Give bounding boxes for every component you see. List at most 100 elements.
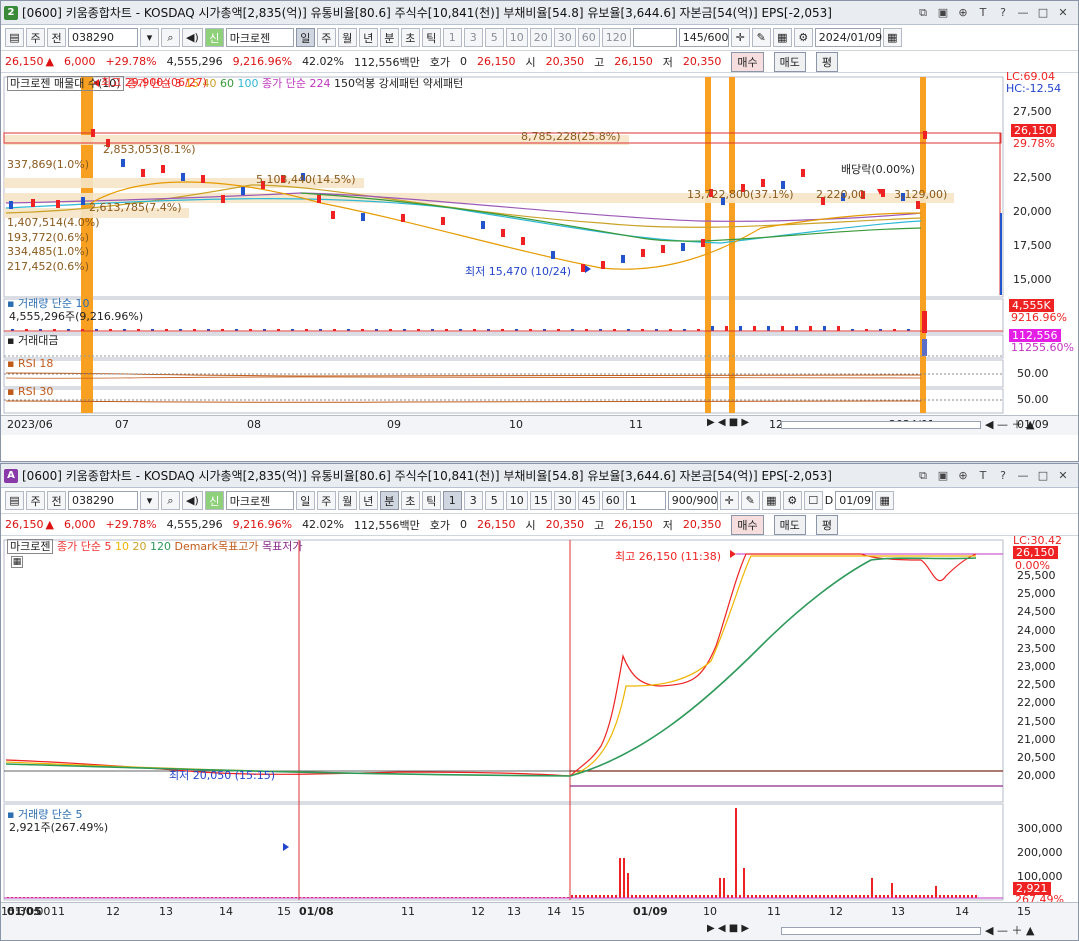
pin-icon[interactable]: ⊕ [956,6,970,20]
help-icon[interactable]: ? [996,469,1010,483]
d-checkbox[interactable]: ☐ [803,491,823,510]
period-second[interactable]: 초 [400,28,420,47]
scrollbar[interactable] [781,421,981,429]
period-year[interactable]: 년 [358,28,378,47]
code-input[interactable]: 038290 [68,28,138,47]
close-icon[interactable]: ✕ [1056,469,1070,483]
dropdown-icon[interactable]: ▾ [140,28,159,47]
draw-icon[interactable]: ✎ [740,491,760,510]
code-input[interactable]: 038290 [68,491,138,510]
period-minute[interactable]: 분 [379,491,399,510]
minimize-icon[interactable]: — [1016,469,1030,483]
search-icon[interactable]: ⌕ [161,28,180,47]
interval-1[interactable]: 1 [442,491,462,510]
period-second[interactable]: 초 [400,491,420,510]
period-week[interactable]: 주 [316,491,336,510]
period-month[interactable]: 월 [337,28,357,47]
save-icon[interactable]: ▣ [936,6,950,20]
crosshair-icon[interactable]: ✛ [719,491,739,510]
calendar-icon[interactable]: ▦ [882,28,902,47]
pin-icon[interactable]: ⊕ [956,469,970,483]
date-input[interactable]: 2024/01/09 [814,28,882,47]
x-axis: 2023/06 07 08 09 10 11 12 2024/01 01/09 … [1,415,1078,435]
scroll-controls[interactable]: ▶ ◀ ■ ▶ [707,417,749,428]
close-icon[interactable]: ✕ [1056,6,1070,20]
volume: 4,555,296 [166,55,223,68]
gear-icon[interactable]: ⚙ [782,491,802,510]
x-tick: 07 [115,418,129,431]
count-input[interactable]: 900/900 [667,491,718,510]
interval-5[interactable]: 5 [484,28,504,47]
gear-icon[interactable]: ⚙ [793,28,813,47]
search-icon[interactable]: ⌕ [161,491,180,510]
interval-15[interactable]: 15 [529,491,552,510]
font-icon[interactable]: T [976,469,990,483]
sound-icon[interactable]: ◀) [182,28,203,47]
eval-button[interactable]: 평 [815,51,838,72]
period-minute[interactable]: 분 [379,28,399,47]
interval-5[interactable]: 5 [484,491,504,510]
sell-button[interactable]: 매도 [773,514,806,535]
grid-icon[interactable]: ▦ [772,28,792,47]
interval-45[interactable]: 45 [577,491,600,510]
link-icon[interactable]: ⧉ [916,469,930,483]
interval-3[interactable]: 3 [463,491,483,510]
period-year[interactable]: 년 [358,491,378,510]
interval-20[interactable]: 20 [529,28,552,47]
save-icon[interactable]: ▣ [936,469,950,483]
zoom-controls[interactable]: ◀ — ＋ ▲ [985,416,1034,432]
date-input[interactable]: 01/09 [835,491,874,510]
eval-button[interactable]: 평 [815,514,838,535]
period-day[interactable]: 일 [295,28,315,47]
font-icon[interactable]: T [976,6,990,20]
period-tick[interactable]: 틱 [421,28,441,47]
period-day[interactable]: 일 [295,491,315,510]
period-week[interactable]: 주 [316,28,336,47]
table-icon[interactable]: ▦ [11,556,23,568]
custom-interval-input[interactable]: 1 [625,491,666,510]
minute-chart-area[interactable]: 마크로젠 종가 단순 5 10 20 120 Demark목표고가 목표저가 ▦… [1,534,1078,940]
menu-icon[interactable]: ▤ [5,491,24,510]
period-tick[interactable]: 틱 [421,491,441,510]
interval-120[interactable]: 120 [601,28,631,47]
daily-chart-area[interactable]: 마크로젠 매물대 수(10) 종가 단순 3 15 40 60 100 종가 단… [1,70,1078,461]
interval-60[interactable]: 60 [577,28,600,47]
buy-button[interactable]: 매수 [731,51,764,72]
legend-ma10: 10 [114,540,129,553]
draw-icon[interactable]: ✎ [751,28,771,47]
interval-30[interactable]: 30 [553,491,576,510]
count-input[interactable]: 145/600 [678,28,729,47]
interval-30[interactable]: 30 [553,28,576,47]
candle [441,217,445,225]
crosshair-icon[interactable]: ✛ [730,28,750,47]
sound-icon[interactable]: ◀) [182,491,203,510]
maximize-icon[interactable]: □ [1036,6,1050,20]
x-tick: 10 [509,418,523,431]
menu-icon[interactable]: ▤ [5,28,24,47]
sub-select[interactable]: 전 [47,491,66,510]
interval-10[interactable]: 10 [505,491,528,510]
help-icon[interactable]: ? [996,6,1010,20]
period-month[interactable]: 월 [337,491,357,510]
volume-profile-label: 2,853,053(8.1%) [103,143,196,156]
mode-select[interactable]: 주 [26,491,45,510]
interval-60[interactable]: 60 [601,491,624,510]
custom-interval-input[interactable] [632,28,677,47]
maximize-icon[interactable]: □ [1036,469,1050,483]
interval-1[interactable]: 1 [442,28,462,47]
open-label: 시 [525,55,536,69]
minimize-icon[interactable]: — [1016,6,1030,20]
sub-select[interactable]: 전 [47,28,66,47]
calendar-icon[interactable]: ▦ [875,491,895,510]
zoom-controls[interactable]: ◀ — ＋ ▲ [985,922,1034,938]
interval-10[interactable]: 10 [505,28,528,47]
buy-button[interactable]: 매수 [731,514,764,535]
scrollbar[interactable] [781,927,981,935]
grid-icon[interactable]: ▦ [761,491,781,510]
mode-select[interactable]: 주 [26,28,45,47]
dropdown-icon[interactable]: ▾ [140,491,159,510]
link-icon[interactable]: ⧉ [916,6,930,20]
interval-3[interactable]: 3 [463,28,483,47]
scroll-controls[interactable]: ▶ ◀ ■ ▶ [707,923,749,934]
sell-button[interactable]: 매도 [773,51,806,72]
